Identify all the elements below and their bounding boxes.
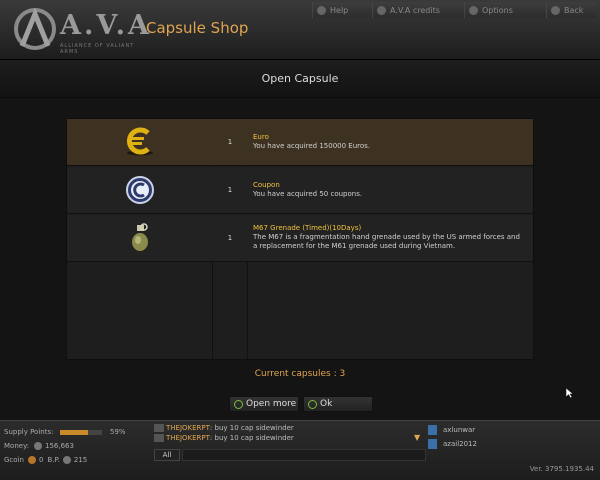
chat-text: : buy 10 cap sidewinder bbox=[209, 434, 294, 442]
grenade-icon bbox=[67, 215, 212, 261]
chat-user: THEJOKERPT bbox=[166, 424, 210, 432]
chat-channel-icon bbox=[154, 424, 164, 432]
bp-icon bbox=[62, 456, 71, 464]
gcoin-value: 0 bbox=[39, 456, 44, 464]
ava-credits-button[interactable]: A.V.A credits bbox=[372, 2, 464, 18]
supply-points-label: Supply Points: bbox=[4, 428, 54, 436]
help-button[interactable]: Help bbox=[312, 2, 372, 18]
chat-channel-icon bbox=[154, 434, 164, 442]
open-more-button[interactable]: Open more bbox=[229, 396, 299, 412]
mouse-cursor-icon bbox=[566, 388, 574, 398]
ok-label: Ok bbox=[320, 399, 333, 409]
open-capsule-dialog: Open Capsule 1 Euro You have acquired 15… bbox=[0, 60, 600, 420]
options-button[interactable]: Options bbox=[464, 2, 546, 18]
chat-user: THEJOKERPT bbox=[166, 434, 210, 442]
chat-message: THEJOKERPT : buy 10 cap sidewinder bbox=[154, 433, 426, 443]
dialog-buttons: Open more Ok bbox=[0, 396, 600, 412]
page-title: Capsule Shop bbox=[146, 19, 249, 37]
coupon-icon bbox=[67, 167, 212, 213]
money-value: 156,663 bbox=[45, 442, 74, 450]
back-icon bbox=[551, 5, 560, 15]
chat-scope-select[interactable]: All bbox=[154, 449, 180, 461]
capsule-results-list: 1 Euro You have acquired 150000 Euros. 1… bbox=[66, 118, 534, 360]
current-capsules-count: Current capsules : 3 bbox=[254, 369, 346, 379]
options-label: Options bbox=[482, 5, 513, 15]
result-row-grenade[interactable]: 1 M67 Grenade (Timed)(10Days) The M67 is… bbox=[67, 215, 533, 262]
friend-item[interactable]: azail2012 bbox=[428, 437, 596, 451]
chat-input-row: All bbox=[154, 449, 426, 461]
help-icon bbox=[317, 5, 326, 15]
supply-points: Supply Points: 59% bbox=[4, 425, 154, 439]
chat-input[interactable] bbox=[182, 449, 426, 461]
friend-name: azail2012 bbox=[443, 440, 477, 448]
result-description: Euro You have acquired 150000 Euros. bbox=[253, 132, 523, 151]
back-button[interactable]: Back bbox=[546, 2, 596, 18]
result-qty: 1 bbox=[227, 234, 233, 242]
currencies: Gcoin 0 B.P. 215 bbox=[4, 453, 154, 467]
money-label: Money: bbox=[4, 442, 30, 450]
supply-points-value: 59% bbox=[110, 428, 126, 436]
result-qty: 1 bbox=[227, 138, 233, 146]
euro-icon bbox=[67, 119, 212, 165]
result-description: Coupon You have acquired 50 coupons. bbox=[253, 180, 523, 199]
money: Money: 156,663 bbox=[4, 439, 154, 453]
bp-label: B.P. bbox=[47, 456, 60, 464]
result-name: Coupon bbox=[253, 181, 280, 189]
gcoin-label: Gcoin bbox=[4, 456, 24, 464]
top-bar: A.V.A ALLIANCE OF VALIANT ARMS Capsule S… bbox=[0, 0, 600, 60]
result-text: The M67 is a fragmentation hand grenade … bbox=[253, 233, 520, 250]
friend-icon bbox=[428, 425, 437, 435]
friends-list: axlunwar azail2012 bbox=[428, 423, 596, 451]
chat-message: THEJOKERPT : buy 10 cap sidewinder bbox=[154, 423, 426, 433]
result-name: Euro bbox=[253, 133, 269, 141]
chat-text: : buy 10 cap sidewinder bbox=[209, 424, 294, 432]
top-menu: Help A.V.A credits Options Back bbox=[312, 2, 596, 18]
player-stats: Supply Points: 59% Money: 156,663 Gcoin … bbox=[4, 425, 154, 467]
dialog-title: Open Capsule bbox=[0, 60, 600, 98]
ava-logo: A.V.A ALLIANCE OF VALIANT ARMS bbox=[12, 6, 149, 55]
supply-points-bar-empty bbox=[88, 429, 102, 435]
ava-credits-label: A.V.A credits bbox=[390, 5, 440, 15]
friend-item[interactable]: axlunwar bbox=[428, 423, 596, 437]
open-more-button-icon bbox=[234, 399, 243, 409]
logo-text: A.V.A bbox=[60, 10, 152, 41]
status-bar: Supply Points: 59% Money: 156,663 Gcoin … bbox=[0, 420, 600, 480]
help-label: Help bbox=[330, 5, 349, 15]
ok-button[interactable]: Ok bbox=[303, 396, 373, 412]
back-label: Back bbox=[564, 5, 584, 15]
result-qty: 1 bbox=[227, 186, 233, 194]
gcoin-icon bbox=[28, 456, 36, 464]
open-more-label: Open more bbox=[246, 399, 297, 409]
euro-coin-icon bbox=[34, 442, 42, 450]
friend-name: axlunwar bbox=[443, 426, 476, 434]
result-text: You have acquired 150000 Euros. bbox=[253, 142, 371, 150]
chat-scroll-down-icon[interactable]: ▼ bbox=[414, 433, 420, 442]
logo-emblem-icon bbox=[14, 7, 56, 50]
gear-icon bbox=[469, 5, 478, 15]
version-text: Ver. 3795.1935.44 bbox=[529, 465, 594, 473]
bp-value: 215 bbox=[73, 456, 88, 464]
logo-subtitle: ALLIANCE OF VALIANT ARMS bbox=[60, 43, 135, 55]
result-row-euro[interactable]: 1 Euro You have acquired 150000 Euros. bbox=[67, 119, 533, 166]
result-description: M67 Grenade (Timed)(10Days) The M67 is a… bbox=[253, 223, 523, 251]
supply-points-bar bbox=[60, 429, 88, 435]
result-name: M67 Grenade (Timed)(10Days) bbox=[253, 224, 362, 232]
friend-icon bbox=[428, 439, 437, 449]
credits-icon bbox=[377, 5, 386, 15]
ok-button-icon bbox=[308, 399, 317, 409]
result-row-coupon[interactable]: 1 Coupon You have acquired 50 coupons. bbox=[67, 167, 533, 214]
result-text: You have acquired 50 coupons. bbox=[253, 190, 363, 198]
